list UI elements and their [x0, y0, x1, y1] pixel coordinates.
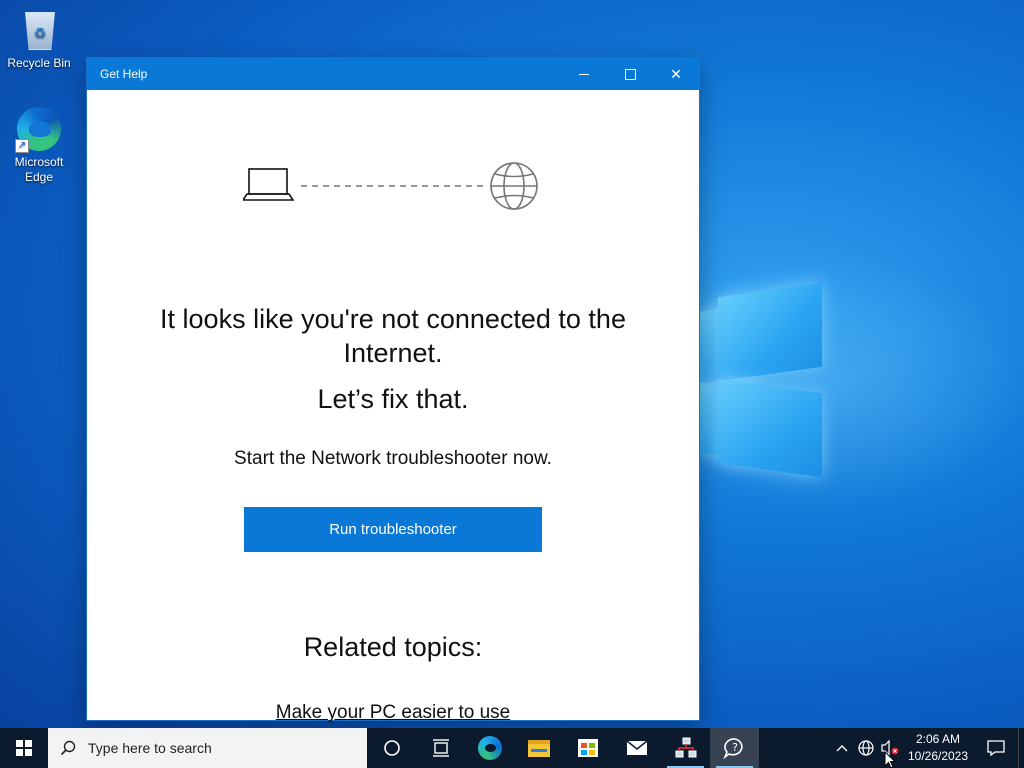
- laptop-icon: [243, 168, 295, 201]
- desktop-icon-recycle-bin[interactable]: ♻ Recycle Bin: [1, 6, 77, 71]
- clock-time: 2:06 AM: [915, 732, 961, 746]
- shortcut-arrow-icon: ↗: [15, 139, 29, 153]
- cortana-icon[interactable]: [367, 728, 416, 768]
- connection-illustration: [243, 162, 538, 210]
- window-content: It looks like you're not connected to th…: [87, 90, 699, 723]
- search-placeholder: Type here to search: [88, 740, 212, 756]
- network-globe-icon[interactable]: [854, 728, 878, 768]
- file-explorer-icon[interactable]: [514, 728, 563, 768]
- edge-icon[interactable]: [465, 728, 514, 768]
- network-app-icon[interactable]: [661, 728, 710, 768]
- related-topic-link-row: Make your PC easier to use: [87, 701, 699, 725]
- recycle-bin-icon: ♻: [15, 6, 63, 54]
- maximize-button[interactable]: [607, 58, 653, 90]
- related-topics-heading: Related topics:: [303, 632, 483, 662]
- wallpaper-windows-logo: [696, 280, 826, 480]
- fix-subheading: Let’s fix that.: [317, 384, 469, 414]
- get-help-window: Get Help ✕ It looks like you're not conn…: [87, 58, 699, 723]
- minimize-button[interactable]: [561, 58, 607, 90]
- system-tray: 2:06 AM 10/26/2023: [830, 728, 1024, 768]
- clock-date: 10/26/2023: [907, 749, 969, 763]
- window-title: Get Help: [100, 67, 148, 81]
- taskbar-pinned-apps: ?: [367, 728, 759, 768]
- taskbar: Type here to search ? 2:06 AM 10/26/2023: [0, 728, 1024, 768]
- get-help-icon[interactable]: ?: [710, 728, 759, 768]
- desktop-icon-label: Microsoft Edge: [14, 155, 64, 184]
- page-heading: It looks like you're not connected to th…: [160, 304, 626, 368]
- search-icon: [48, 740, 88, 756]
- run-troubleshooter-button[interactable]: Run troubleshooter: [244, 507, 542, 552]
- taskbar-clock[interactable]: 2:06 AM 10/26/2023: [902, 731, 974, 765]
- start-button[interactable]: [0, 728, 48, 768]
- windows-logo-icon: [16, 740, 32, 756]
- edge-icon: ↗: [15, 105, 63, 153]
- svg-text:?: ?: [732, 741, 738, 754]
- chevron-up-icon[interactable]: [830, 728, 854, 768]
- mail-icon[interactable]: [612, 728, 661, 768]
- close-button[interactable]: ✕: [653, 58, 699, 90]
- globe-icon: [490, 162, 538, 210]
- show-desktop-button[interactable]: [1018, 728, 1024, 768]
- title-bar[interactable]: Get Help ✕: [87, 58, 699, 90]
- taskbar-search-box[interactable]: Type here to search: [48, 728, 367, 768]
- make-pc-easier-link[interactable]: Make your PC easier to use: [276, 702, 510, 723]
- instruction-text: Start the Network troubleshooter now.: [234, 448, 552, 469]
- mouse-cursor-icon: [884, 751, 896, 768]
- desktop-icon-microsoft-edge[interactable]: ↗ Microsoft Edge: [1, 105, 77, 185]
- task-view-icon[interactable]: [416, 728, 465, 768]
- notification-center-icon[interactable]: [974, 728, 1018, 768]
- desktop-icon-label: Recycle Bin: [7, 56, 71, 70]
- store-icon[interactable]: [563, 728, 612, 768]
